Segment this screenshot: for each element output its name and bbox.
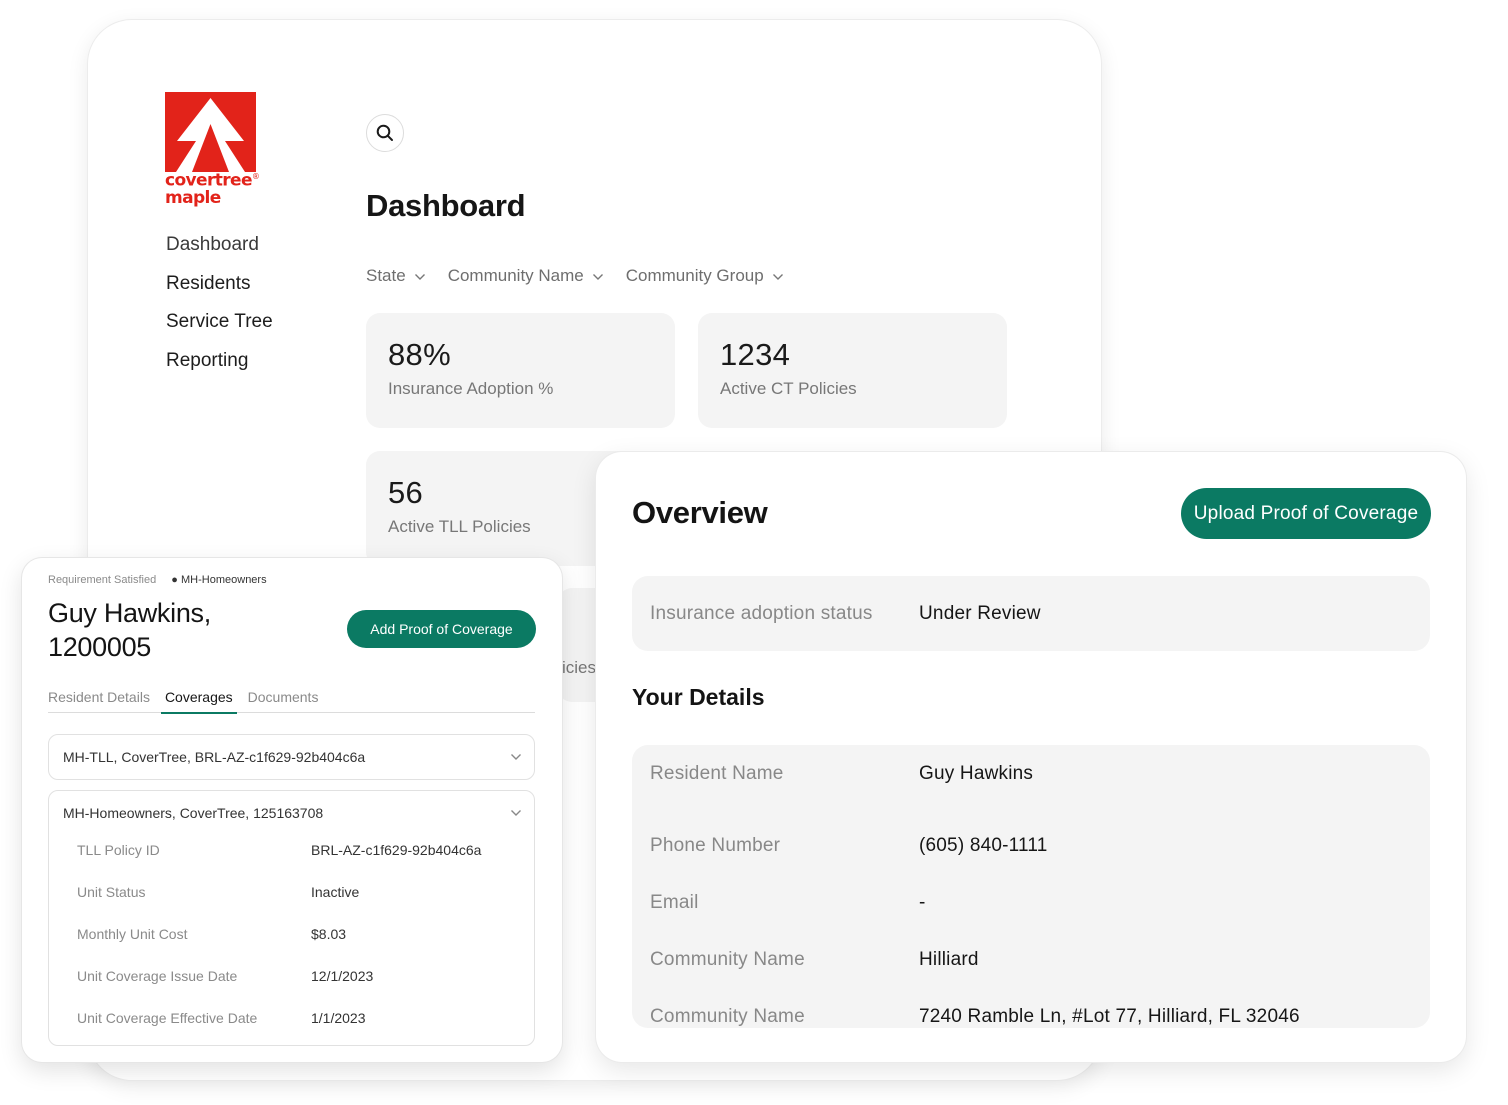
coverage-accordion-tll: MH-TLL, CoverTree, BRL-AZ-c1f629-92b404c… xyxy=(48,734,535,780)
detail-label: Community Name xyxy=(650,948,805,970)
search-button[interactable] xyxy=(366,114,404,152)
filter-label: State xyxy=(366,266,406,285)
stat-value: 1234 xyxy=(720,337,791,372)
accordion-header[interactable]: MH-TLL, CoverTree, BRL-AZ-c1f629-92b404c… xyxy=(49,735,534,779)
detail-label: Email xyxy=(650,891,699,913)
status-label: Insurance adoption status xyxy=(650,602,873,624)
filter-label: Community Name xyxy=(447,266,584,285)
upload-proof-of-coverage-button[interactable]: Upload Proof of Coverage xyxy=(1181,488,1431,539)
detail-label: Community Name xyxy=(650,1005,805,1027)
coverage-value: Inactive xyxy=(311,884,360,900)
logo-wordmark: covertree® maple xyxy=(165,170,260,208)
covertree-maple-logo[interactable]: covertree® maple xyxy=(165,92,267,206)
stat-label: Active CT Policies xyxy=(720,379,857,398)
detail-value: (605) 840-1111 xyxy=(919,834,1048,856)
detail-label: Phone Number xyxy=(650,834,781,856)
status-value: Under Review xyxy=(919,602,1041,624)
chevron-down-icon xyxy=(592,274,603,280)
house-arrow-logo-icon xyxy=(165,92,256,172)
coverage-row-tll-policy-id: TLL Policy ID BRL-AZ-c1f629-92b404c6a xyxy=(77,829,534,871)
chevron-down-icon xyxy=(772,274,783,280)
filter-state[interactable]: State xyxy=(366,266,426,286)
requirement-status: Requirement Satisfied xyxy=(48,574,157,586)
your-details-box: Resident Name Guy Hawkins Phone Number (… xyxy=(632,745,1430,1028)
resident-name: Guy Hawkins, 1200005 xyxy=(48,596,211,664)
detail-value: Hilliard xyxy=(919,948,979,970)
your-details-title: Your Details xyxy=(632,684,765,710)
policy-type: MH-Homeowners xyxy=(181,574,267,586)
logo-line2: maple xyxy=(165,187,221,208)
resident-id: 1200005 xyxy=(48,632,152,662)
coverage-label: Unit Status xyxy=(77,884,146,900)
sidebar-nav: Dashboard Residents Service Tree Reporti… xyxy=(166,232,273,386)
accordion-title: MH-Homeowners, CoverTree, 125163708 xyxy=(63,805,324,821)
sidebar-item-dashboard[interactable]: Dashboard xyxy=(166,232,273,271)
coverage-label: Unit Coverage Effective Date xyxy=(77,1010,258,1026)
stat-label: Insurance Adoption % xyxy=(388,379,554,398)
chevron-down-icon xyxy=(511,810,521,816)
tab-resident-details[interactable]: Resident Details xyxy=(48,689,150,713)
detail-label: Resident Name xyxy=(650,763,784,784)
chevron-down-icon xyxy=(511,754,521,760)
coverage-accordion-homeowners: MH-Homeowners, CoverTree, 125163708 TLL … xyxy=(48,790,535,1046)
add-proof-of-coverage-button[interactable]: Add Proof of Coverage xyxy=(347,610,536,648)
stat-value: 88% xyxy=(388,337,451,372)
sidebar-item-reporting[interactable]: Reporting xyxy=(166,348,273,387)
detail-row-phone-number: Phone Number (605) 840-1111 xyxy=(650,817,1430,874)
detail-row-email: Email - xyxy=(650,874,1430,931)
detail-value: - xyxy=(919,891,926,913)
coverage-row-unit-status: Unit Status Inactive xyxy=(77,871,534,913)
coverage-label: Unit Coverage Issue Date xyxy=(77,968,238,984)
coverage-row-effective-date: Unit Coverage Effective Date 1/1/2023 xyxy=(77,997,534,1039)
search-icon xyxy=(376,124,393,141)
overview-title: Overview xyxy=(632,495,768,530)
requirement-line: Requirement Satisfied ● MH-Homeowners xyxy=(48,574,267,586)
stat-label-fragment: icies xyxy=(562,658,597,677)
bullet-dot-icon: ● xyxy=(171,574,178,586)
stat-card-active-ct-policies[interactable]: 1234 Active CT Policies xyxy=(698,313,1007,428)
accordion-body: TLL Policy ID BRL-AZ-c1f629-92b404c6a Un… xyxy=(49,829,534,1039)
tab-coverages[interactable]: Coverages xyxy=(160,689,237,714)
coverage-row-issue-date: Unit Coverage Issue Date 12/1/2023 xyxy=(77,955,534,997)
detail-row-community-name: Community Name Hilliard xyxy=(650,931,1430,988)
sidebar-item-residents[interactable]: Residents xyxy=(166,271,273,310)
filter-community-name[interactable]: Community Name xyxy=(448,266,604,286)
resident-panel: Requirement Satisfied ● MH-Homeowners Gu… xyxy=(22,558,562,1062)
stat-card-insurance-adoption[interactable]: 88% Insurance Adoption % xyxy=(366,313,675,428)
tab-documents[interactable]: Documents xyxy=(248,689,319,713)
detail-row-community-address: Community Name 7240 Ramble Ln, #Lot 77, … xyxy=(650,988,1430,1045)
coverage-label: Monthly Unit Cost xyxy=(77,926,188,942)
filter-community-group[interactable]: Community Group xyxy=(626,266,784,286)
detail-value: Guy Hawkins xyxy=(919,763,1034,784)
chevron-down-icon xyxy=(414,274,425,280)
coverage-value: $8.03 xyxy=(311,926,347,942)
sidebar-item-service-tree[interactable]: Service Tree xyxy=(166,309,273,348)
coverage-value: 1/1/2023 xyxy=(311,1010,366,1026)
accordion-title: MH-TLL, CoverTree, BRL-AZ-c1f629-92b404c… xyxy=(63,749,366,765)
coverage-value: BRL-AZ-c1f629-92b404c6a xyxy=(311,842,482,858)
resident-tabs: Resident Details Coverages Documents xyxy=(48,689,535,714)
filter-label: Community Group xyxy=(625,266,764,285)
coverage-row-monthly-unit-cost: Monthly Unit Cost $8.03 xyxy=(77,913,534,955)
detail-value: 7240 Ramble Ln, #Lot 77, Hilliard, FL 32… xyxy=(919,1005,1300,1027)
page-title: Dashboard xyxy=(366,188,526,223)
coverage-value: 12/1/2023 xyxy=(311,968,374,984)
overview-panel: Overview Upload Proof of Coverage Insura… xyxy=(596,452,1466,1062)
resident-name-line1: Guy Hawkins, xyxy=(48,598,211,628)
detail-row-resident-name: Resident Name Guy Hawkins xyxy=(650,760,1430,788)
filter-bar: State Community Name Community Group xyxy=(366,266,784,286)
insurance-status-box: Insurance adoption status Under Review xyxy=(632,576,1430,651)
coverage-label: TLL Policy ID xyxy=(77,842,160,858)
